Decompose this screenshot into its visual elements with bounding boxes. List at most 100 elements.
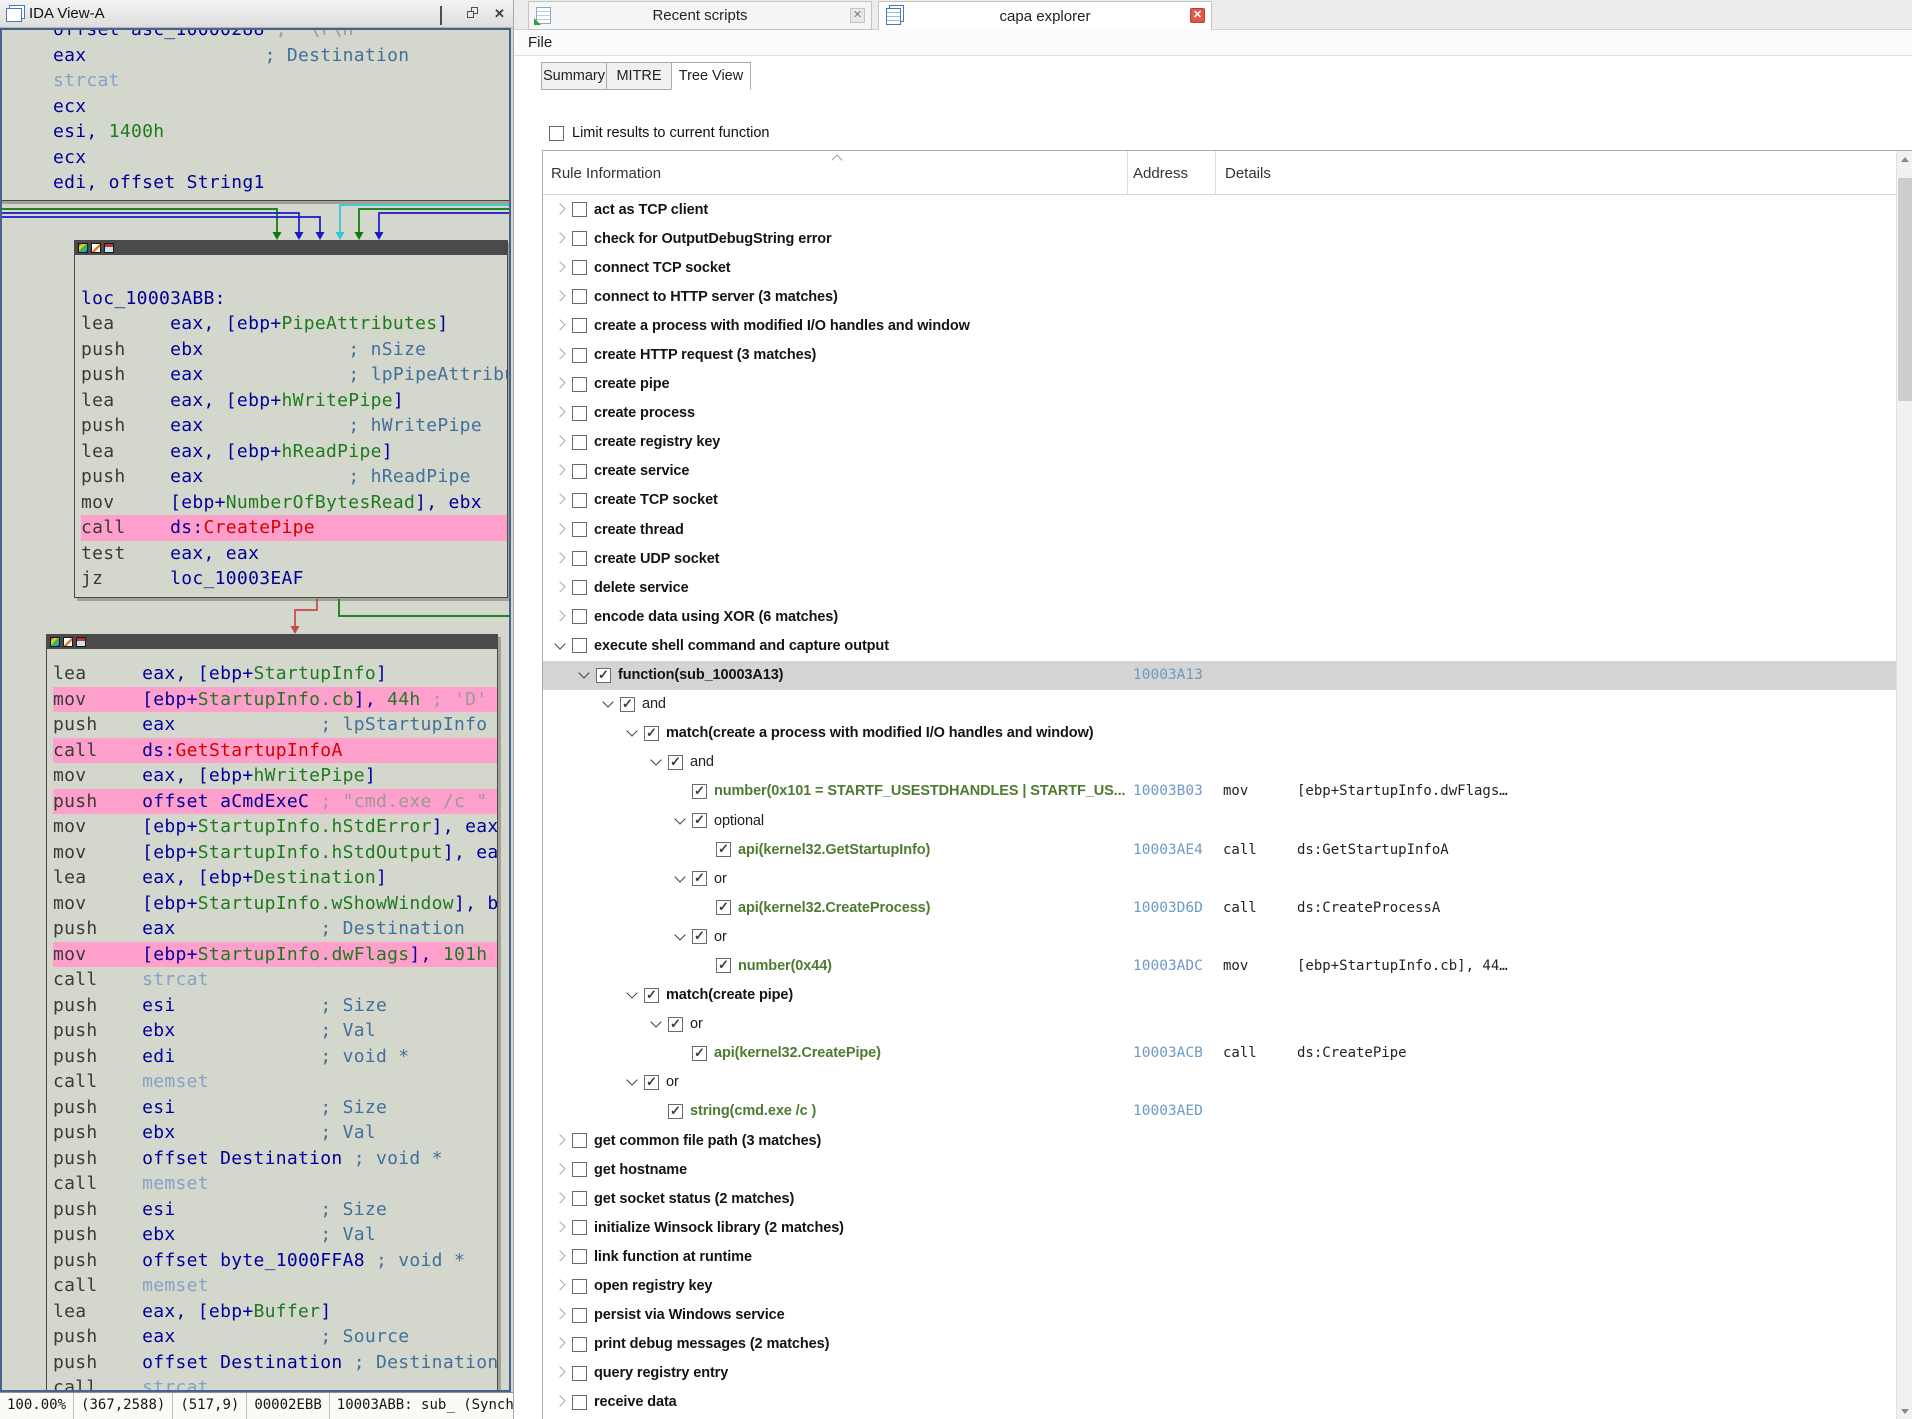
asm-line[interactable]: mov [ebp+StartupInfo.hStdOutput], eax [53,840,497,866]
row-checkbox[interactable] [572,231,587,246]
asm-line[interactable]: call memset [53,1069,497,1095]
graph-node[interactable]: loc_10003ABB:lea eax, [ebp+PipeAttribute… [74,240,508,598]
row-checkbox[interactable] [572,1249,587,1264]
collapse-chevron-icon[interactable] [626,726,637,737]
expand-chevron-icon[interactable] [554,523,565,534]
asm-line[interactable]: ecx [53,145,511,171]
expand-chevron-icon[interactable] [554,377,565,388]
row-checkbox[interactable] [572,551,587,566]
scrollbar[interactable] [1896,151,1912,1419]
expand-chevron-icon[interactable] [554,494,565,505]
graph-node[interactable]: offset asc_10000288 ; "\r\n"eax ; Destin… [0,28,511,201]
asm-line[interactable]: push ebx ; Val [53,1120,497,1146]
tree-row[interactable]: initialize Winsock library (2 matches) [543,1213,1897,1242]
expand-chevron-icon[interactable] [554,1396,565,1407]
row-checkbox[interactable] [644,726,659,741]
close-icon[interactable]: ✕ [1190,8,1205,23]
graph-node[interactable]: lea eax, [ebp+StartupInfo]mov [ebp+Start… [46,634,498,1392]
float-button[interactable] [467,7,480,20]
asm-line[interactable]: offset asc_10000288 ; "\r\n" [53,28,511,43]
tree-row[interactable]: match(create pipe) [543,981,1897,1010]
row-checkbox[interactable] [692,871,707,886]
tree-row[interactable]: open registry key [543,1271,1897,1300]
node-group-icon[interactable] [76,637,86,647]
tree-row[interactable]: create service [543,457,1897,486]
asm-line[interactable]: push ebx ; Val [53,1222,497,1248]
expand-chevron-icon[interactable] [554,465,565,476]
row-checkbox[interactable] [572,609,587,624]
expand-chevron-icon[interactable] [554,1366,565,1377]
tree-row[interactable]: receive data [543,1388,1897,1417]
expand-chevron-icon[interactable] [554,290,565,301]
tree-row[interactable]: and [543,748,1897,777]
menu-file[interactable]: File [528,34,552,51]
expand-chevron-icon[interactable] [554,581,565,592]
tree-row[interactable]: get hostname [543,1155,1897,1184]
row-checkbox[interactable] [596,668,611,683]
asm-line[interactable]: call memset [53,1171,497,1197]
row-checkbox[interactable] [572,435,587,450]
row-checkbox[interactable] [572,202,587,217]
node-edit-icon[interactable] [91,243,101,253]
row-checkbox[interactable] [692,813,707,828]
tree-row[interactable]: api(kernel32.GetStartupInfo)10003AE4call… [543,835,1897,864]
tree-row[interactable]: and [543,690,1897,719]
collapse-chevron-icon[interactable] [674,813,685,824]
tree-row[interactable]: print debug messages (2 matches) [543,1330,1897,1359]
tree-row[interactable]: check for OutputDebugString error [543,224,1897,253]
row-checkbox[interactable] [620,697,635,712]
row-checkbox[interactable] [716,900,731,915]
tree-row[interactable]: or [543,1068,1897,1097]
scroll-up-button[interactable] [1897,151,1912,168]
asm-line[interactable]: call memset [53,1273,497,1299]
tree-row[interactable]: number(0x44)10003ADCmov[ebp+StartupInfo.… [543,951,1897,980]
row-checkbox[interactable] [644,988,659,1003]
asm-line[interactable]: push eax ; Source [53,1324,497,1350]
asm-line[interactable]: push eax ; Destination [53,916,497,942]
collapse-chevron-icon[interactable] [578,667,589,678]
expand-chevron-icon[interactable] [554,1250,565,1261]
asm-line[interactable]: mov [ebp+StartupInfo.wShowWindow], bx [53,891,497,917]
expand-chevron-icon[interactable] [554,1163,565,1174]
asm-line[interactable]: call strcat [53,1375,497,1392]
asm-line[interactable]: mov [ebp+NumberOfBytesRead], ebx [81,490,507,516]
ida-titlebar[interactable]: IDA View-A ✕ [0,0,513,28]
tree-row[interactable]: or [543,1010,1897,1039]
row-checkbox[interactable] [572,406,587,421]
row-checkbox[interactable] [572,1279,587,1294]
asm-line[interactable]: push ebx ; Val [53,1018,497,1044]
asm-line[interactable]: push offset Destination ; void * [53,1146,497,1172]
collapse-chevron-icon[interactable] [626,987,637,998]
asm-line[interactable]: call ds:GetStartupInfoA [53,738,497,764]
expand-chevron-icon[interactable] [554,261,565,272]
expand-chevron-icon[interactable] [554,1221,565,1232]
row-checkbox[interactable] [668,1104,683,1119]
asm-line[interactable]: jz loc_10003EAF [81,566,507,592]
tree-row[interactable]: create registry key [543,428,1897,457]
expand-chevron-icon[interactable] [554,610,565,621]
tree-row[interactable]: encode data using XOR (6 matches) [543,602,1897,631]
row-checkbox[interactable] [572,580,587,595]
expand-chevron-icon[interactable] [554,1337,565,1348]
row-checkbox[interactable] [572,1337,587,1352]
tree-row[interactable]: api(kernel32.CreatePipe)10003ACBcallds:C… [543,1039,1897,1068]
row-checkbox[interactable] [572,1162,587,1177]
node-group-icon[interactable] [104,243,114,253]
asm-line[interactable]: push edi ; void * [53,1044,497,1070]
asm-line[interactable]: test eax, eax [81,541,507,567]
asm-line[interactable]: push esi ; Size [53,993,497,1019]
tree-row[interactable]: execute shell command and capture output [543,631,1897,660]
limit-results-checkbox[interactable] [549,126,564,141]
asm-line[interactable] [81,260,507,286]
asm-line[interactable]: lea eax, [ebp+Destination] [53,865,497,891]
asm-line[interactable]: push esi ; Size [53,1197,497,1223]
row-checkbox[interactable] [572,348,587,363]
close-button[interactable]: ✕ [494,7,507,20]
row-checkbox[interactable] [572,638,587,653]
asm-line[interactable]: loc_10003ABB: [81,286,507,312]
asm-line[interactable]: push eax ; lpStartupInfo [53,712,497,738]
asm-line[interactable]: lea eax, [ebp+Buffer] [53,1299,497,1325]
tree-row[interactable]: match(create a process with modified I/O… [543,719,1897,748]
tab-tree-view[interactable]: Tree View [671,62,751,90]
tree-row[interactable]: or [543,864,1897,893]
